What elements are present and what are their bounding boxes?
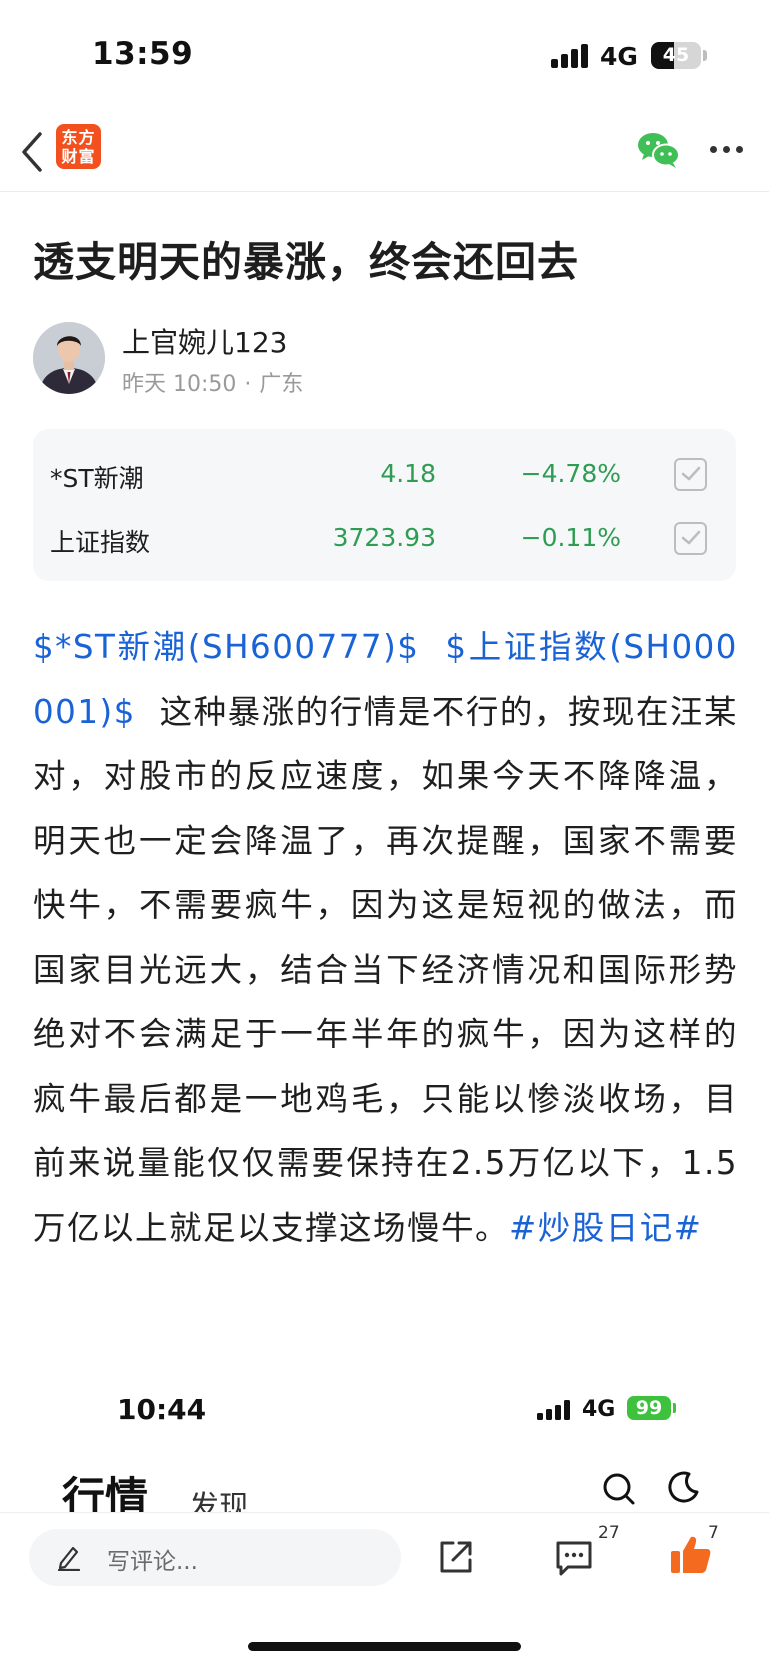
- embed-moon-icon: [668, 1471, 699, 1503]
- battery-level: 45: [662, 44, 690, 66]
- check-icon: [681, 530, 701, 545]
- comment-icon[interactable]: [554, 1539, 594, 1577]
- author-name[interactable]: 上官婉儿123: [122, 321, 287, 361]
- stock-link[interactable]: $*ST新潮(SH600777)$: [33, 628, 419, 666]
- embed-tab-market: 行情: [62, 1474, 148, 1512]
- comment-placeholder: 写评论...: [107, 1549, 198, 1575]
- status-time: 13:59: [92, 36, 194, 72]
- logo-line1: 东方: [61, 128, 96, 147]
- embed-signal-icon: [537, 1400, 571, 1420]
- battery-cap: [703, 50, 707, 61]
- comment-count: 27: [598, 1523, 620, 1543]
- share-icon[interactable]: [436, 1537, 476, 1577]
- like-count: 7: [708, 1523, 719, 1543]
- app-logo[interactable]: 东方 财富: [56, 124, 101, 169]
- signal-icon: [551, 44, 591, 68]
- hashtag-link[interactable]: #炒股日记#: [509, 1209, 702, 1247]
- embed-battery-icon: 99: [627, 1396, 671, 1420]
- more-icon[interactable]: [710, 146, 746, 156]
- stock-name: 上证指数: [50, 528, 151, 557]
- check-icon: [681, 466, 701, 481]
- bottom-action-bar: 写评论... 27 7: [0, 1512, 769, 1665]
- stock-row[interactable]: *ST新潮 4.18 −4.78%: [33, 441, 736, 509]
- embed-battery-cap: [673, 1403, 676, 1413]
- watchlist-checkbox[interactable]: [674, 522, 707, 555]
- post-location: 广东: [259, 372, 304, 397]
- stock-price: 4.18: [380, 459, 436, 488]
- post-time: 昨天 10:50: [122, 372, 237, 397]
- embed-search-icon: [603, 1473, 635, 1505]
- nav-bar: 东方 财富: [0, 110, 769, 192]
- stock-card: *ST新潮 4.18 −4.78% 上证指数 3723.93 −0.11%: [33, 429, 736, 581]
- embed-network-label: 4G: [582, 1397, 616, 1422]
- pen-icon: [57, 1546, 81, 1571]
- stock-row[interactable]: 上证指数 3723.93 −0.11%: [33, 505, 736, 573]
- stock-change: −4.78%: [520, 459, 621, 488]
- meta-dot: ·: [244, 372, 252, 397]
- back-icon[interactable]: [18, 130, 48, 174]
- embed-tab-discover: 发现: [189, 1490, 249, 1512]
- author-avatar[interactable]: [33, 322, 105, 394]
- post-meta: 昨天 10:50 · 广东: [122, 366, 303, 398]
- embedded-screenshot[interactable]: 10:44 4G 99 行情 发现: [0, 1360, 769, 1512]
- stock-price: 3723.93: [332, 523, 436, 552]
- stock-name: *ST新潮: [50, 464, 144, 493]
- like-icon[interactable]: [669, 1533, 713, 1577]
- embed-status-time: 10:44: [117, 1393, 207, 1426]
- network-label: 4G: [600, 42, 638, 71]
- home-indicator: [248, 1642, 521, 1651]
- battery-icon: 45: [651, 42, 701, 69]
- article-title: 透支明天的暴涨，终会还回去: [33, 238, 579, 286]
- wechat-share-icon[interactable]: [636, 130, 682, 170]
- watchlist-checkbox[interactable]: [674, 458, 707, 491]
- comment-input[interactable]: 写评论...: [29, 1529, 401, 1586]
- logo-line2: 财富: [61, 147, 96, 166]
- status-bar: 13:59 4G 45: [0, 0, 769, 110]
- avatar-image: [33, 322, 105, 394]
- stock-change: −0.11%: [520, 523, 621, 552]
- article-body: $*ST新潮(SH600777)$ $上证指数(SH000001)$ 这种暴涨的…: [33, 615, 738, 1260]
- body-text: 这种暴涨的行情是不行的，按现在汪某对，对股市的反应速度，如果今天不降降温，明天也…: [33, 692, 738, 1247]
- embed-battery-level: 99: [635, 1397, 663, 1419]
